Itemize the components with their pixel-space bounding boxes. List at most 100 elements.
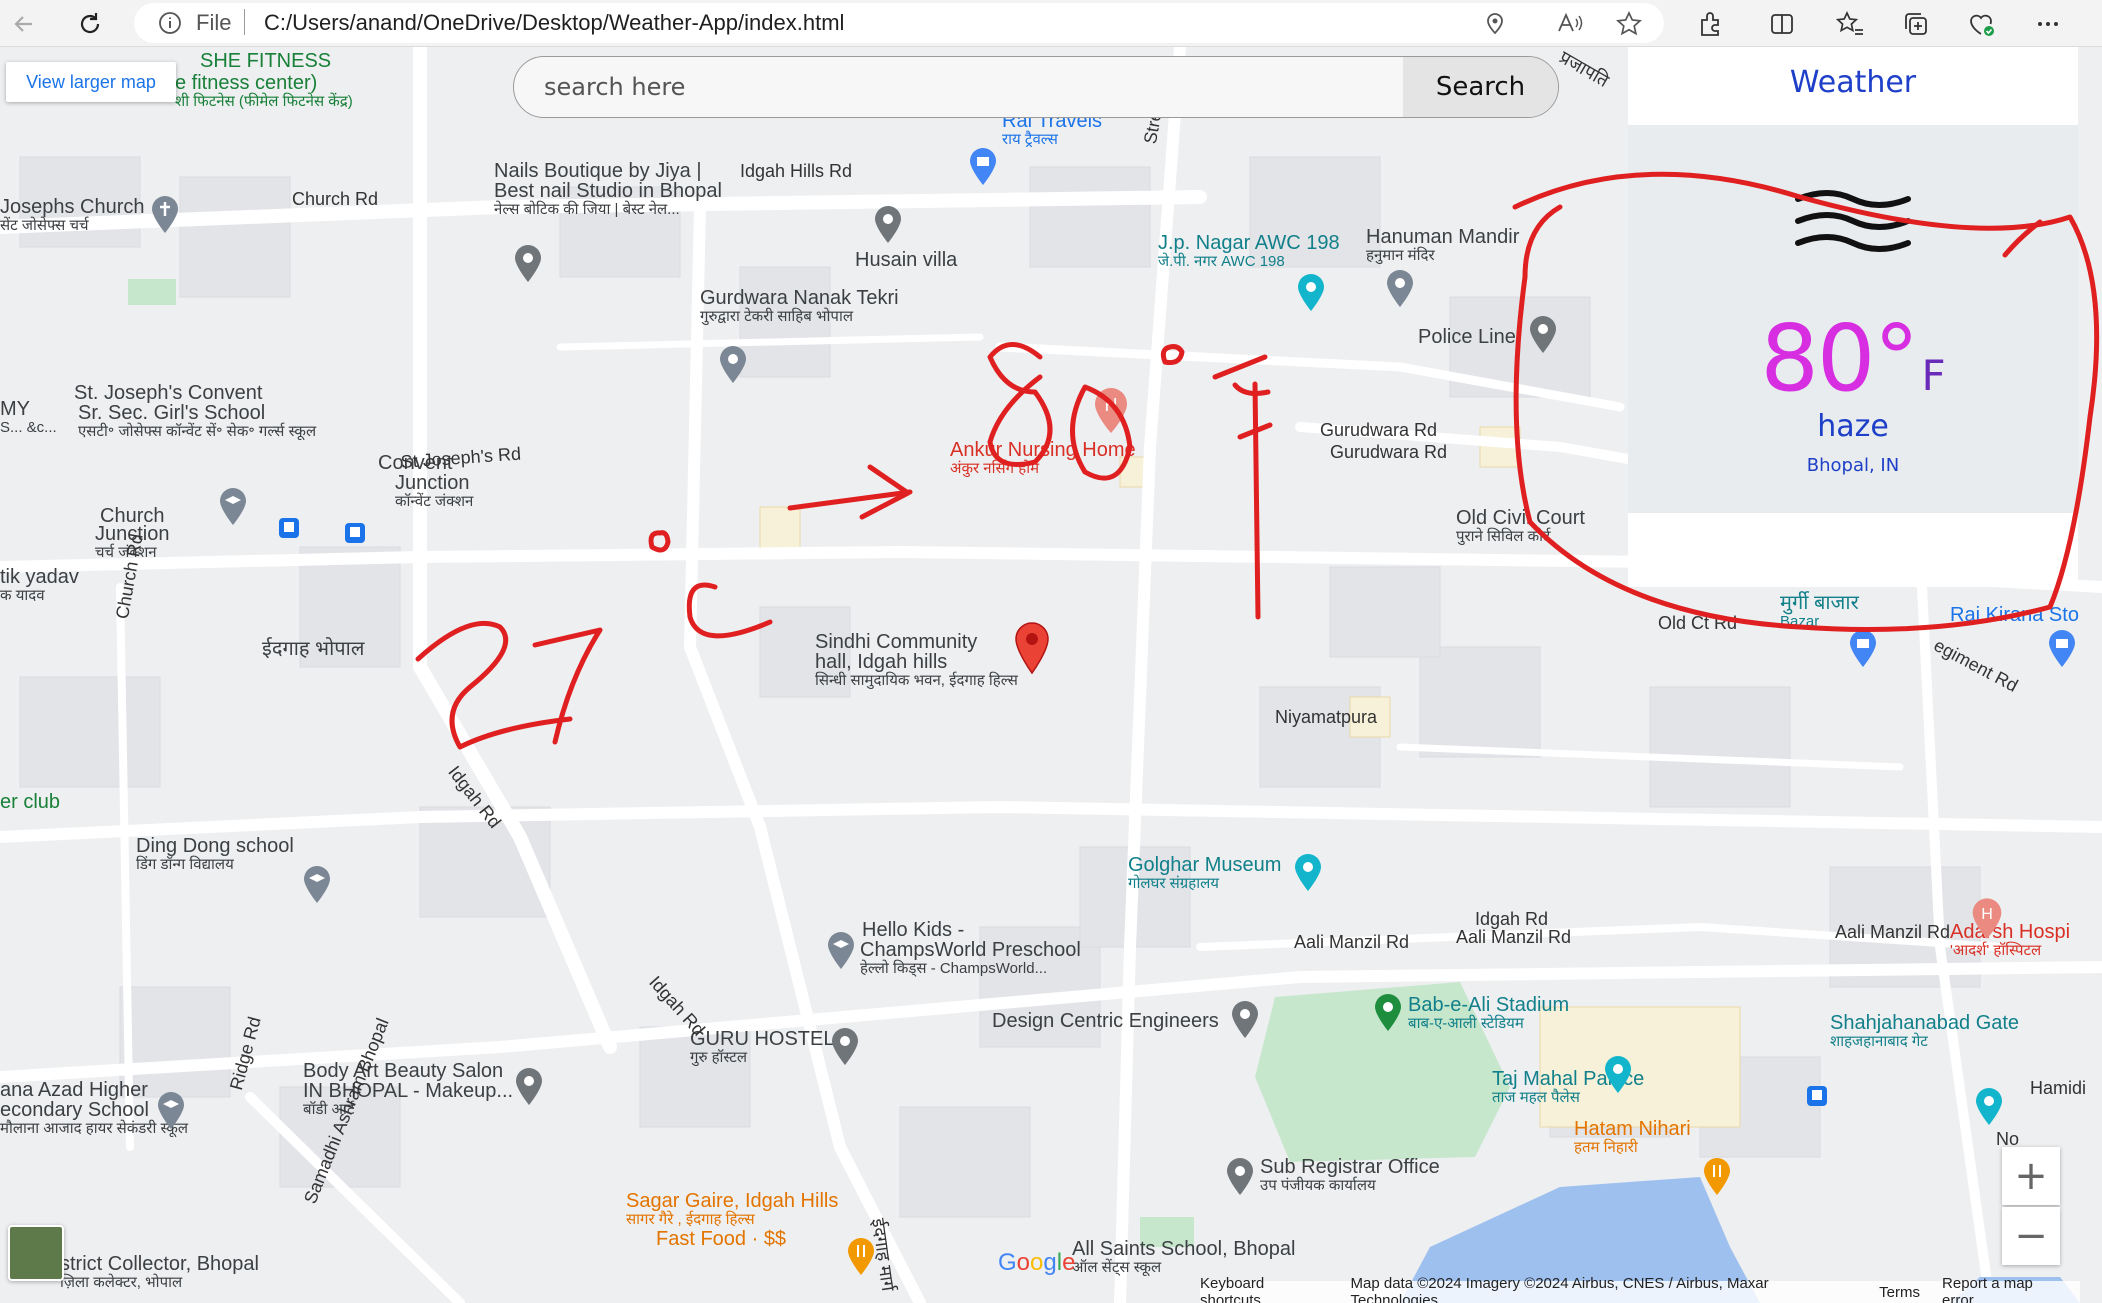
- map-label[interactable]: Sindhi Community: [815, 632, 977, 653]
- map-label[interactable]: Design Centric Engineers: [992, 1011, 1219, 1032]
- address-bar[interactable]: File C:/Users/anand/OneDrive/Desktop/Wea…: [134, 3, 1664, 43]
- place-pin-icon[interactable]: [514, 1067, 544, 1107]
- map-label[interactable]: Hanuman Mandir हनुमान मंदिर: [1366, 227, 1519, 264]
- place-pin-icon[interactable]: [873, 205, 903, 245]
- temple-pin-icon[interactable]: [1385, 269, 1415, 309]
- more-menu-icon[interactable]: [2030, 6, 2066, 42]
- map-label[interactable]: Old Ct Rd: [1658, 613, 1737, 634]
- map-label[interactable]: Police Line: [1418, 327, 1516, 348]
- map-label[interactable]: ana Azad Higher: [0, 1080, 148, 1101]
- selected-location-pin-icon[interactable]: [1014, 621, 1050, 675]
- map-label[interactable]: Hamidi: [2030, 1078, 2086, 1099]
- favorite-star-icon[interactable]: [1616, 11, 1642, 37]
- favorites-icon[interactable]: [1832, 6, 1868, 42]
- map-label[interactable]: Best nail Studio in Bhopal नेल्स बोटिक की…: [494, 181, 722, 218]
- landmark-pin-icon[interactable]: [1974, 1087, 2004, 1127]
- zoom-out-button[interactable]: −: [2002, 1207, 2060, 1265]
- restaurant-pin-icon[interactable]: [1702, 1157, 1732, 1197]
- map-label[interactable]: ChampsWorld Preschool हेल्लो किड्स - Cham…: [860, 940, 1081, 977]
- map-label[interactable]: Rai Kirana Sto: [1950, 605, 2079, 626]
- split-screen-icon[interactable]: [1764, 6, 1800, 42]
- school-pin-icon[interactable]: [156, 1091, 186, 1131]
- school-pin-icon[interactable]: [218, 487, 248, 527]
- map-label[interactable]: Husain villa: [855, 250, 957, 271]
- report-error-link[interactable]: Report a map error: [1942, 1275, 2068, 1303]
- map-label[interactable]: SHE FITNESS: [200, 51, 331, 72]
- travel-pin-icon[interactable]: [968, 147, 998, 187]
- stadium-pin-icon[interactable]: [1373, 993, 1403, 1033]
- map-label[interactable]: MY S... &c...: [0, 399, 57, 436]
- satellite-layer-toggle[interactable]: [8, 1225, 64, 1281]
- zoom-in-button[interactable]: +: [2002, 1147, 2060, 1205]
- map-label[interactable]: Sagar Gaire, Idgah Hills सागर गैरे , ईदगा…: [626, 1191, 838, 1228]
- read-aloud-icon[interactable]: [1556, 11, 1584, 35]
- map-label[interactable]: Shahjahanabad Gate शाहजहानाबाद गेट: [1830, 1013, 2019, 1050]
- worship-pin-icon[interactable]: [718, 345, 748, 385]
- map-label[interactable]: Idgah Rd: [1475, 909, 1548, 930]
- back-icon[interactable]: [6, 6, 42, 42]
- restaurant-pin-icon[interactable]: [846, 1237, 876, 1277]
- place-pin-icon[interactable]: [513, 244, 543, 284]
- map[interactable]: SHE FITNESS e fitness center) शी फिटनेस (फ…: [0, 47, 2102, 1303]
- map-label[interactable]: Adarsh Hospi 'आदर्श' हॉस्पिटल: [1950, 922, 2070, 959]
- museum-pin-icon[interactable]: [1293, 853, 1323, 893]
- terms-link[interactable]: Terms: [1879, 1284, 1920, 1301]
- map-label[interactable]: मुर्गी बाजार Bazar: [1780, 593, 1859, 630]
- place-pin-icon[interactable]: [830, 1027, 860, 1067]
- map-label[interactable]: Idgah Hills Rd: [740, 161, 852, 182]
- hospital-pin-icon[interactable]: H: [1970, 897, 2004, 941]
- shopping-pin-icon[interactable]: [2047, 629, 2077, 669]
- map-label[interactable]: Hello Kids -: [862, 920, 964, 941]
- map-label[interactable]: Gurdwara Nanak Tekri गुरुद्वारा टेकरी साह…: [700, 288, 899, 325]
- map-label[interactable]: GURU HOSTEL गुरु हॉस्टल: [690, 1029, 834, 1066]
- map-label[interactable]: Fast Food · $$: [656, 1229, 786, 1250]
- map-label[interactable]: Sr. Sec. Girl's School एसटी॰ जोसेफ्स कॉन्…: [78, 403, 316, 440]
- keyboard-shortcuts-link[interactable]: Keyboard shortcuts: [1200, 1275, 1329, 1303]
- map-label[interactable]: Aali Manzil Rd: [1835, 922, 1950, 943]
- map-label[interactable]: e fitness center) शी फिटनेस (फीमेल फिटनेस…: [175, 73, 353, 110]
- map-label[interactable]: Gurudwara Rd: [1320, 420, 1437, 441]
- collections-icon[interactable]: [1898, 6, 1934, 42]
- landmark-pin-icon[interactable]: [1603, 1055, 1633, 1095]
- map-label[interactable]: Golghar Museum गोलघर संग्रहालय: [1128, 855, 1281, 892]
- map-label[interactable]: J.p. Nagar AWC 198 जे.पी. नगर AWC 198: [1158, 233, 1340, 270]
- map-label[interactable]: Aali Manzil Rd: [1294, 932, 1409, 953]
- map-label[interactable]: Josephs Church सेंट जोसेफ्स चर्च: [0, 197, 145, 234]
- map-label[interactable]: Old Civil Court पुराने सिविल कोर्ट: [1456, 508, 1585, 545]
- extensions-icon[interactable]: [1692, 6, 1728, 42]
- shopping-pin-icon[interactable]: [1848, 629, 1878, 669]
- hospital-pin-icon[interactable]: H: [1092, 387, 1130, 435]
- map-label[interactable]: Ding Dong school डिंग डॉन्ग विद्यालय: [136, 836, 294, 873]
- map-label[interactable]: er club: [0, 792, 60, 813]
- map-label[interactable]: Hatam Nihari हतम निहारी: [1574, 1119, 1691, 1156]
- bus-stop-icon[interactable]: [1806, 1085, 1828, 1107]
- map-label[interactable]: Ankur Nursing Home अंकुर नर्सिंग होम: [950, 440, 1136, 477]
- school-pin-icon[interactable]: [302, 865, 332, 905]
- map-label[interactable]: St. Joseph's Convent: [74, 383, 262, 404]
- info-icon[interactable]: [158, 11, 182, 35]
- map-label[interactable]: Church Rd: [292, 189, 378, 210]
- map-label[interactable]: Aali Manzil Rd: [1456, 927, 1571, 948]
- map-label[interactable]: Nails Boutique by Jiya |: [494, 161, 702, 182]
- location-icon[interactable]: [1484, 11, 1506, 35]
- landmark-pin-icon[interactable]: [1296, 273, 1326, 313]
- bus-stop-icon[interactable]: [344, 522, 366, 544]
- place-pin-icon[interactable]: [1225, 1157, 1255, 1197]
- map-label[interactable]: Niyamatpura: [1275, 707, 1377, 728]
- place-pin-icon[interactable]: [1528, 315, 1558, 355]
- refresh-icon[interactable]: [72, 6, 108, 42]
- map-label[interactable]: Gurudwara Rd: [1330, 442, 1447, 463]
- map-label[interactable]: Sub Registrar Office उप पंजीयक कार्यालय: [1260, 1157, 1440, 1194]
- search-button[interactable]: Search: [1403, 57, 1558, 117]
- map-label[interactable]: hall, Idgah hills सिन्धी सामुदायिक भवन, ई…: [815, 652, 1018, 689]
- browser-essentials-icon[interactable]: [1964, 6, 2000, 42]
- map-label[interactable]: All Saints School, Bhopal ऑल सेंट्स स्कूल: [1072, 1239, 1295, 1276]
- church-pin-icon[interactable]: [150, 195, 180, 235]
- map-label[interactable]: Body Art Beauty Salon: [303, 1061, 503, 1082]
- map-label[interactable]: Junction कॉन्वेंट जंक्शन: [395, 473, 473, 510]
- school-pin-icon[interactable]: [826, 931, 856, 971]
- map-label[interactable]: tik yadav क यादव: [0, 567, 79, 604]
- map-label[interactable]: strict Collector, Bhopal ज़िला कलेक्टर, भ…: [60, 1254, 259, 1291]
- url-text[interactable]: C:/Users/anand/OneDrive/Desktop/Weather-…: [264, 10, 844, 36]
- bus-stop-icon[interactable]: [278, 517, 300, 539]
